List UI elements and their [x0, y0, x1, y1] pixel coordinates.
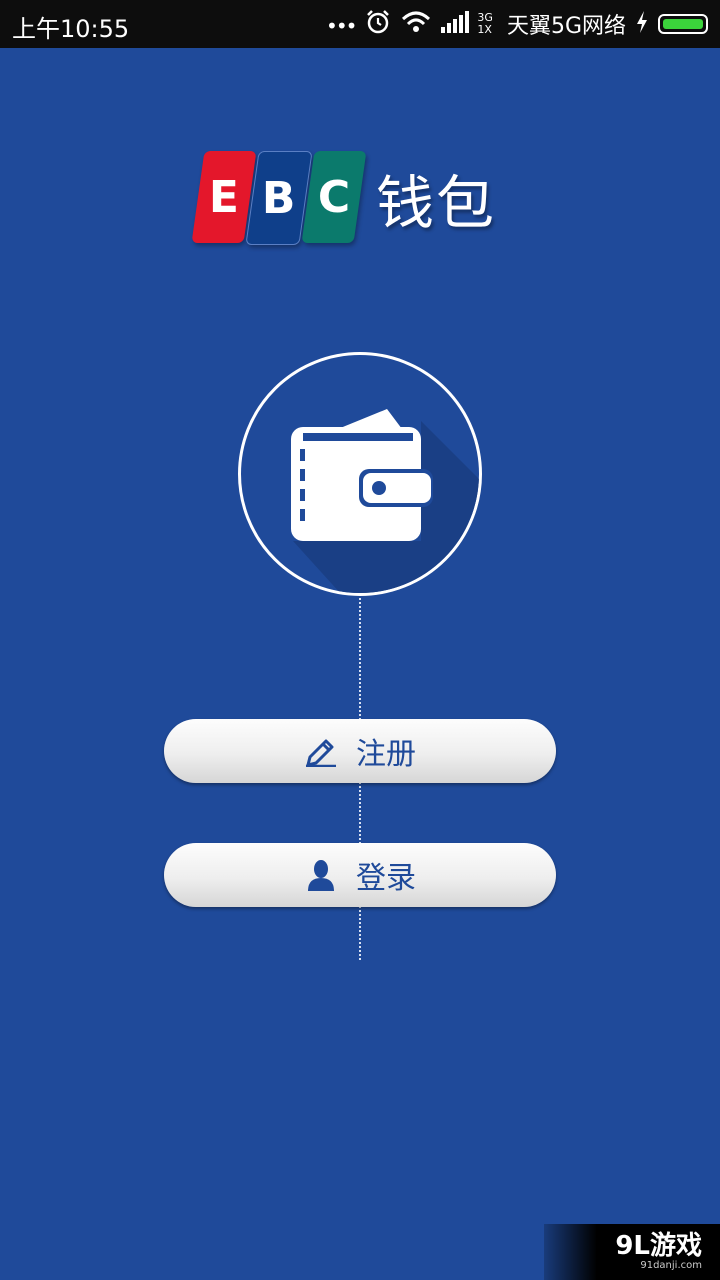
logo-letter-b: B [262, 172, 296, 224]
status-bar: 上午10:55 ••• 3G 1X 天翼5G网络 [0, 0, 720, 48]
signal-icon [441, 11, 471, 37]
status-time: 上午10:55 [12, 15, 130, 43]
login-label: 登录 [356, 861, 416, 896]
wallet-icon [291, 409, 479, 593]
network-type: 3G 1X [477, 12, 493, 36]
logo-card-c: C [301, 151, 367, 243]
register-label: 注册 [356, 737, 416, 772]
wifi-icon [401, 10, 431, 38]
network-bottom: 1X [477, 23, 492, 36]
logo-text: 钱包 [376, 169, 497, 237]
site-watermark: 9L游戏 91danji.com [544, 1224, 720, 1280]
watermark-sub: 91danji.com [640, 1260, 702, 1271]
logo-letter-e: E [208, 171, 240, 223]
carrier-name: 天翼5G网络 [506, 14, 626, 39]
status-icons: ••• 3G 1X 天翼5G网络 [326, 0, 708, 48]
battery-icon [658, 14, 708, 34]
login-button[interactable]: 登录 [164, 843, 556, 907]
watermark-main: 9L游戏 [615, 1231, 702, 1261]
logo-cards: E B C [191, 151, 367, 245]
register-button[interactable]: 注册 [164, 719, 556, 783]
logo-letter-c: C [317, 171, 351, 223]
user-icon [304, 858, 338, 892]
pencil-icon [304, 734, 338, 768]
app-logo: E B C 钱包 [191, 150, 497, 246]
wallet-badge [238, 352, 482, 596]
charging-icon [636, 11, 648, 37]
more-dots-icon: ••• [326, 14, 357, 38]
alarm-icon [365, 9, 391, 39]
